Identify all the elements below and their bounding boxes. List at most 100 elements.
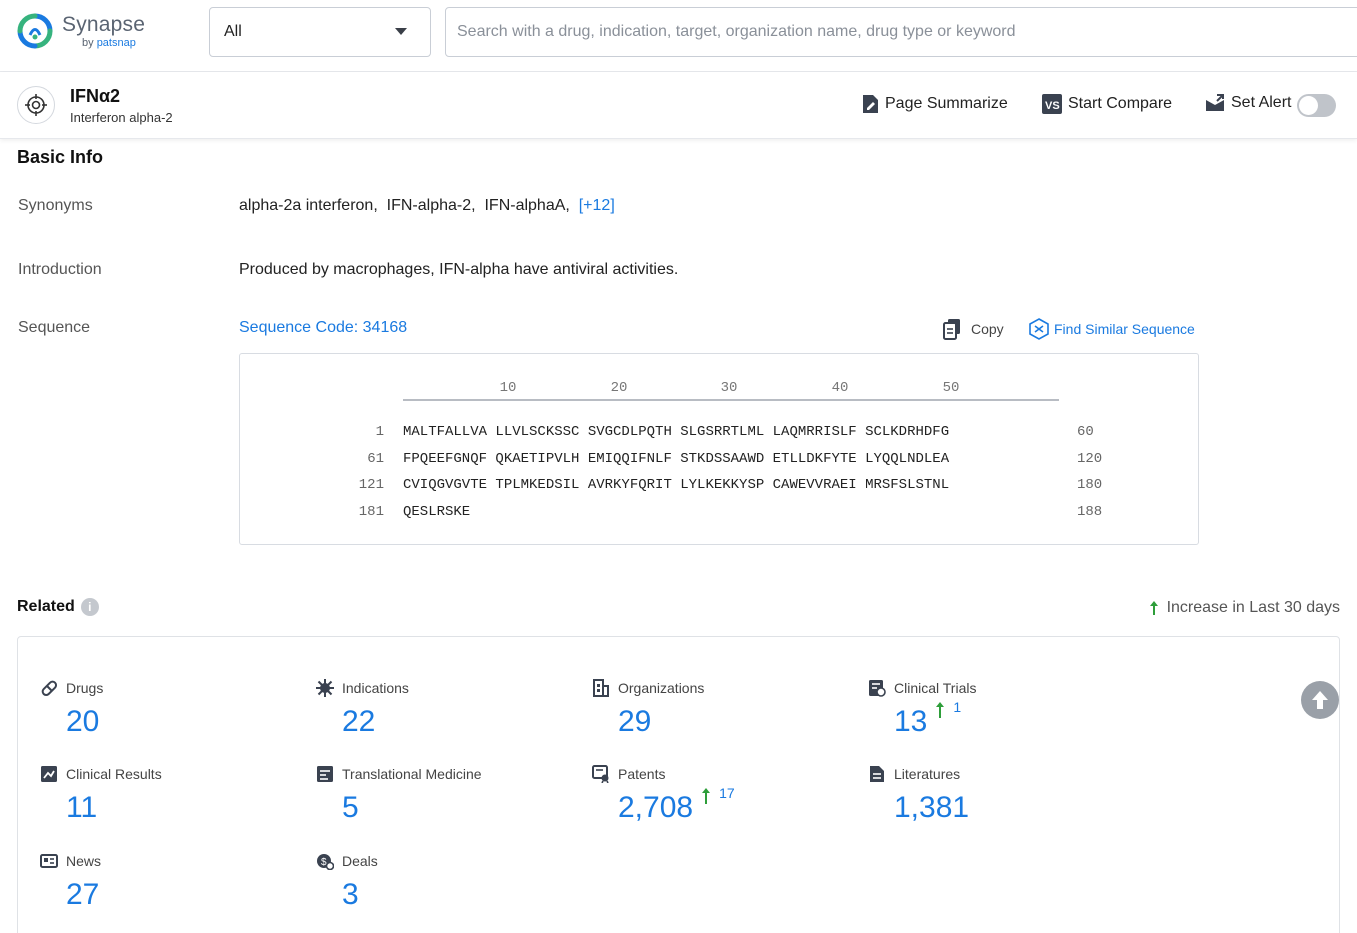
stat-value: 20 <box>66 705 99 739</box>
ruler-tick-label: 40 <box>825 380 855 396</box>
scroll-to-top-button[interactable] <box>1301 681 1339 719</box>
summarize-icon <box>861 94 879 114</box>
sequence-row-start: 1 <box>376 424 384 440</box>
sequence-ruler <box>403 399 1059 401</box>
info-icon[interactable]: i <box>81 598 99 616</box>
sequence-row: 121 CVIQGVGVTE TPLMKEDSIL AVRKYFQRIT LYL… <box>240 477 1198 497</box>
find-similar-sequence-link[interactable]: Find Similar Sequence <box>1029 318 1195 340</box>
caret-down-icon <box>395 28 407 35</box>
clinical-trial-icon <box>868 679 886 697</box>
sequence-row-end: 60 <box>1077 424 1094 440</box>
sequence-row-text: QESLRSKE <box>403 504 470 520</box>
synonyms-more-link[interactable]: [+12] <box>579 197 615 214</box>
page-title: IFNα2 <box>70 86 120 107</box>
stat-value: 3 <box>342 878 359 912</box>
stat-label: Organizations <box>618 680 704 696</box>
deal-icon: $ <box>316 852 334 870</box>
patent-icon <box>592 765 610 783</box>
sequence-label: Sequence <box>18 319 90 337</box>
introduction-label: Introduction <box>18 261 102 279</box>
target-title-bar: IFNα2 Interferon alpha-2 Page Summarize … <box>0 72 1357 139</box>
stat-translational-medicine[interactable]: Translational Medicine 5 <box>316 765 482 825</box>
stat-increase-value: 17 <box>719 785 735 801</box>
synapse-logo-icon <box>16 12 54 50</box>
stat-increase: 1 <box>935 699 961 719</box>
brand-name: Synapse <box>62 14 145 35</box>
search-input[interactable] <box>445 7 1357 57</box>
sequence-viewer: 10 20 30 40 50 1 MALTFALLVA LLVLSCKSSC S… <box>239 353 1199 545</box>
stat-clinical-trials[interactable]: Clinical Trials 13 1 <box>868 679 976 739</box>
sequence-row-text: FPQEEFGNQF QKAETIPVLH EMIQQIFNLF STKDSSA… <box>403 451 949 467</box>
arrow-up-icon <box>701 787 711 805</box>
copy-sequence-button[interactable]: Copy <box>943 318 1004 340</box>
stat-value: 29 <box>618 705 651 739</box>
synonym-item: IFN-alpha-2, <box>387 197 476 214</box>
pill-icon <box>40 679 58 697</box>
sequence-row-text: CVIQGVGVTE TPLMKEDSIL AVRKYFQRIT LYLKEKK… <box>403 477 949 493</box>
stat-news[interactable]: News 27 <box>40 852 101 912</box>
copy-label: Copy <box>971 321 1004 337</box>
stat-value: 13 <box>894 705 927 739</box>
page-subtitle: Interferon alpha-2 <box>70 110 173 125</box>
arrow-up-icon <box>1149 600 1159 616</box>
building-icon <box>592 679 610 697</box>
top-header: Synapse by patsnap All <box>0 0 1357 72</box>
stat-value: 2,708 <box>618 791 693 825</box>
search-scope-value: All <box>224 23 242 41</box>
clinical-result-icon <box>40 765 58 783</box>
find-similar-icon <box>1029 318 1049 340</box>
stat-value: 27 <box>66 878 99 912</box>
synapse-logo[interactable]: Synapse by patsnap <box>16 12 145 50</box>
sequence-code-link[interactable]: Sequence Code: 34168 <box>239 319 407 337</box>
stat-value: 22 <box>342 705 375 739</box>
svg-text:VS: VS <box>1045 100 1060 112</box>
synonyms-list: alpha-2a interferon, IFN-alpha-2, IFN-al… <box>239 197 615 215</box>
sequence-row-start: 181 <box>359 504 384 520</box>
stat-label: News <box>66 853 101 869</box>
related-stats-panel: Drugs 20 Indications 22 Organizations 29… <box>17 636 1340 933</box>
arrow-up-icon <box>935 701 945 719</box>
stat-label: Indications <box>342 680 409 696</box>
stat-deals[interactable]: $ Deals 3 <box>316 852 378 912</box>
stat-label: Translational Medicine <box>342 766 482 782</box>
stat-indications[interactable]: Indications 22 <box>316 679 409 739</box>
translational-medicine-icon <box>316 765 334 783</box>
target-icon <box>17 86 55 124</box>
set-alert-toggle[interactable] <box>1297 94 1336 117</box>
stat-patents[interactable]: Patents 2,708 17 <box>592 765 735 825</box>
related-title: Related i <box>17 598 99 616</box>
basic-info-title: Basic Info <box>17 147 103 168</box>
page-summarize-label: Page Summarize <box>885 95 1008 113</box>
stat-label: Literatures <box>894 766 960 782</box>
stat-drugs[interactable]: Drugs 20 <box>40 679 103 739</box>
ruler-tick-label: 50 <box>936 380 966 396</box>
find-similar-label: Find Similar Sequence <box>1054 321 1195 337</box>
sequence-row: 61 FPQEEFGNQF QKAETIPVLH EMIQQIFNLF STKD… <box>240 451 1198 471</box>
arrow-up-icon <box>1310 689 1330 711</box>
increase-legend: Increase in Last 30 days <box>1149 599 1340 617</box>
stat-value: 5 <box>342 791 359 825</box>
synonym-item: alpha-2a interferon, <box>239 197 378 214</box>
page-summarize-button[interactable]: Page Summarize <box>861 94 1008 114</box>
stat-literatures[interactable]: Literatures 1,381 <box>868 765 969 825</box>
toggle-knob <box>1299 96 1318 115</box>
sequence-row-end: 180 <box>1077 477 1102 493</box>
search-scope-select[interactable]: All <box>209 7 431 57</box>
stat-clinical-results[interactable]: Clinical Results 11 <box>40 765 162 825</box>
set-alert-button[interactable]: Set Alert <box>1205 94 1291 112</box>
sequence-row: 181 QESLRSKE 188 <box>240 504 1198 524</box>
stat-label: Clinical Results <box>66 766 162 782</box>
introduction-text: Produced by macrophages, IFN-alpha have … <box>239 261 678 279</box>
stat-label: Clinical Trials <box>894 680 976 696</box>
synonym-item: IFN-alphaA, <box>484 197 569 214</box>
ruler-tick-label: 30 <box>714 380 744 396</box>
ruler-tick-label: 10 <box>493 380 523 396</box>
stat-increase: 17 <box>701 785 735 805</box>
literature-icon <box>868 765 886 783</box>
sequence-row-start: 121 <box>359 477 384 493</box>
stat-organizations[interactable]: Organizations 29 <box>592 679 704 739</box>
ruler-tick-label: 20 <box>604 380 634 396</box>
start-compare-button[interactable]: VS Start Compare <box>1042 94 1172 114</box>
stat-label: Drugs <box>66 680 103 696</box>
increase-legend-text: Increase in Last 30 days <box>1167 599 1340 617</box>
